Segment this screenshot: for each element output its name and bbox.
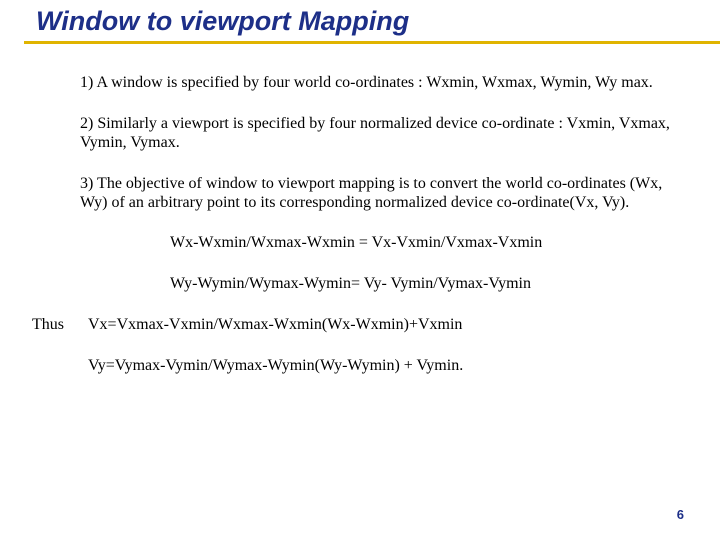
- title-block: Window to viewport Mapping: [0, 0, 720, 41]
- equation-3: Vx=Vxmax-Vxmin/Wxmax-Wxmin(Wx-Wxmin)+Vxm…: [88, 316, 463, 335]
- point-1: 1) A window is specified by four world c…: [80, 74, 680, 93]
- point-3: 3) The objective of window to viewport m…: [80, 175, 680, 213]
- equation-1: Wx-Wxmin/Wxmax-Wxmin = Vx-Vxmin/Vxmax-Vx…: [170, 234, 680, 253]
- thus-label: Thus: [32, 316, 88, 335]
- equation-2: Wy-Wymin/Wymax-Wymin= Vy- Vymin/Vymax-Vy…: [170, 275, 680, 294]
- thus-row: Thus Vx=Vxmax-Vxmin/Wxmax-Wxmin(Wx-Wxmin…: [32, 316, 680, 398]
- point-2: 2) Similarly a viewport is specified by …: [80, 115, 680, 153]
- equation-group-1: Wx-Wxmin/Wxmax-Wxmin = Vx-Vxmin/Vxmax-Vx…: [170, 234, 680, 294]
- page-number: 6: [677, 507, 684, 522]
- body-content: 1) A window is specified by four world c…: [0, 44, 720, 398]
- slide: Window to viewport Mapping 1) A window i…: [0, 0, 720, 540]
- page-title: Window to viewport Mapping: [36, 6, 720, 41]
- equation-4: Vy=Vymax-Vymin/Wymax-Wymin(Wy-Wymin) + V…: [88, 357, 463, 376]
- equation-group-2: Vx=Vxmax-Vxmin/Wxmax-Wxmin(Wx-Wxmin)+Vxm…: [88, 316, 463, 398]
